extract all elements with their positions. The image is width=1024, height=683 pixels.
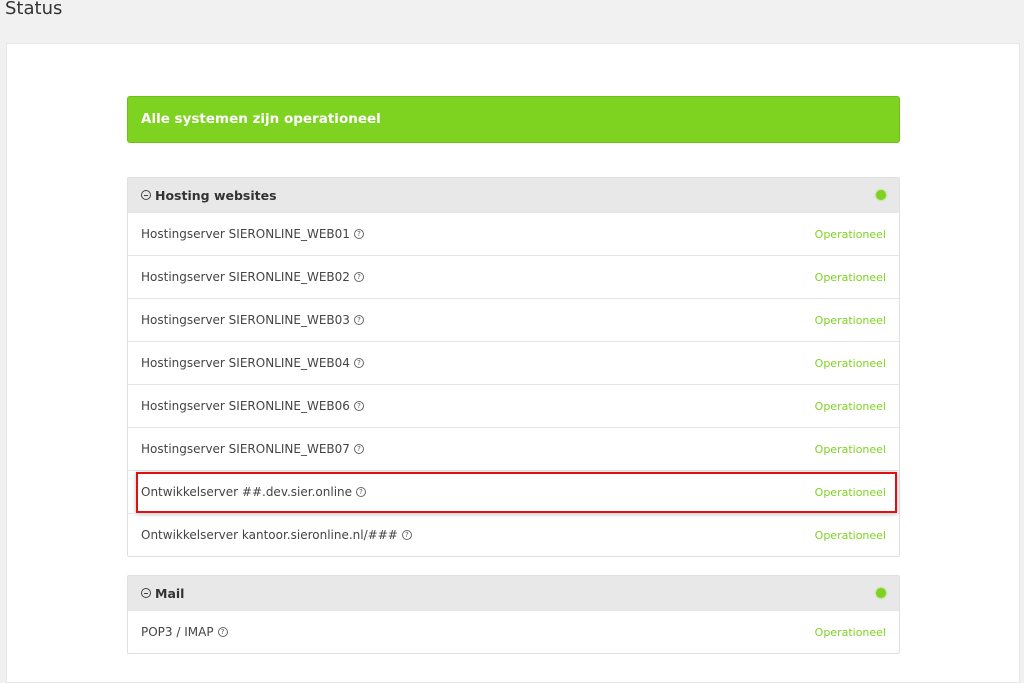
service-name: Hostingserver SIERONLINE_WEB02 <box>141 270 350 284</box>
help-icon[interactable]: ? <box>353 272 364 282</box>
help-icon[interactable]: ? <box>353 358 364 368</box>
collapse-icon[interactable] <box>141 588 151 598</box>
service-status: Operationeel <box>814 399 886 413</box>
help-icon[interactable]: ? <box>353 444 364 454</box>
service-row: Hostingserver SIERONLINE_WEB06? Operation… <box>128 384 899 427</box>
service-name: Hostingserver SIERONLINE_WEB03 <box>141 313 350 327</box>
service-name: Hostingserver SIERONLINE_WEB07 <box>141 442 350 456</box>
status-dot-icon <box>876 190 886 200</box>
service-name: Hostingserver SIERONLINE_WEB04 <box>141 356 350 370</box>
service-row: Hostingserver SIERONLINE_WEB02? Operation… <box>128 255 899 298</box>
service-status: Operationeel <box>814 356 886 370</box>
service-row: Hostingserver SIERONLINE_WEB01? Operation… <box>128 212 899 255</box>
service-status: Operationeel <box>814 625 886 639</box>
service-status: Operationeel <box>814 485 886 499</box>
help-icon[interactable]: ? <box>353 401 364 411</box>
help-icon[interactable]: ? <box>401 530 412 540</box>
collapse-icon[interactable] <box>141 190 151 200</box>
service-row: Hostingserver SIERONLINE_WEB07? Operation… <box>128 427 899 470</box>
section-header[interactable]: Mail <box>128 576 899 610</box>
service-status: Operationeel <box>814 227 886 241</box>
service-name: Hostingserver SIERONLINE_WEB06 <box>141 399 350 413</box>
status-section: Mail POP3 / IMAP? Operationeel <box>127 575 900 654</box>
section-title: Hosting websites <box>155 187 277 203</box>
help-icon[interactable]: ? <box>353 229 364 239</box>
service-row: Hostingserver SIERONLINE_WEB03? Operation… <box>128 298 899 341</box>
section-header[interactable]: Hosting websites <box>128 178 899 212</box>
help-icon[interactable]: ? <box>217 627 228 637</box>
status-section: Hosting websites Hostingserver SIERONLINE… <box>127 177 900 557</box>
status-dot-icon <box>876 588 886 598</box>
help-icon[interactable]: ? <box>356 487 367 497</box>
service-status: Operationeel <box>814 313 886 327</box>
service-status: Operationeel <box>814 528 886 542</box>
section-title: Mail <box>155 585 185 601</box>
service-row: POP3 / IMAP? Operationeel <box>128 610 899 653</box>
service-name: Ontwikkelserver kantoor.sieronline.nl/##… <box>141 528 398 542</box>
service-row: Ontwikkelserver ##.dev.sier.online? Opera… <box>128 470 899 513</box>
service-status: Operationeel <box>814 442 886 456</box>
service-name: Ontwikkelserver ##.dev.sier.online <box>141 485 353 499</box>
service-name: Hostingserver SIERONLINE_WEB01 <box>141 227 350 241</box>
help-icon[interactable]: ? <box>353 315 364 325</box>
service-row: Hostingserver SIERONLINE_WEB04? Operation… <box>128 341 899 384</box>
service-row: Ontwikkelserver kantoor.sieronline.nl/##… <box>128 513 899 556</box>
service-name: POP3 / IMAP <box>141 625 214 639</box>
service-status: Operationeel <box>814 270 886 284</box>
status-banner: Alle systemen zijn operationeel <box>127 96 900 143</box>
page-title: Status <box>5 0 63 19</box>
